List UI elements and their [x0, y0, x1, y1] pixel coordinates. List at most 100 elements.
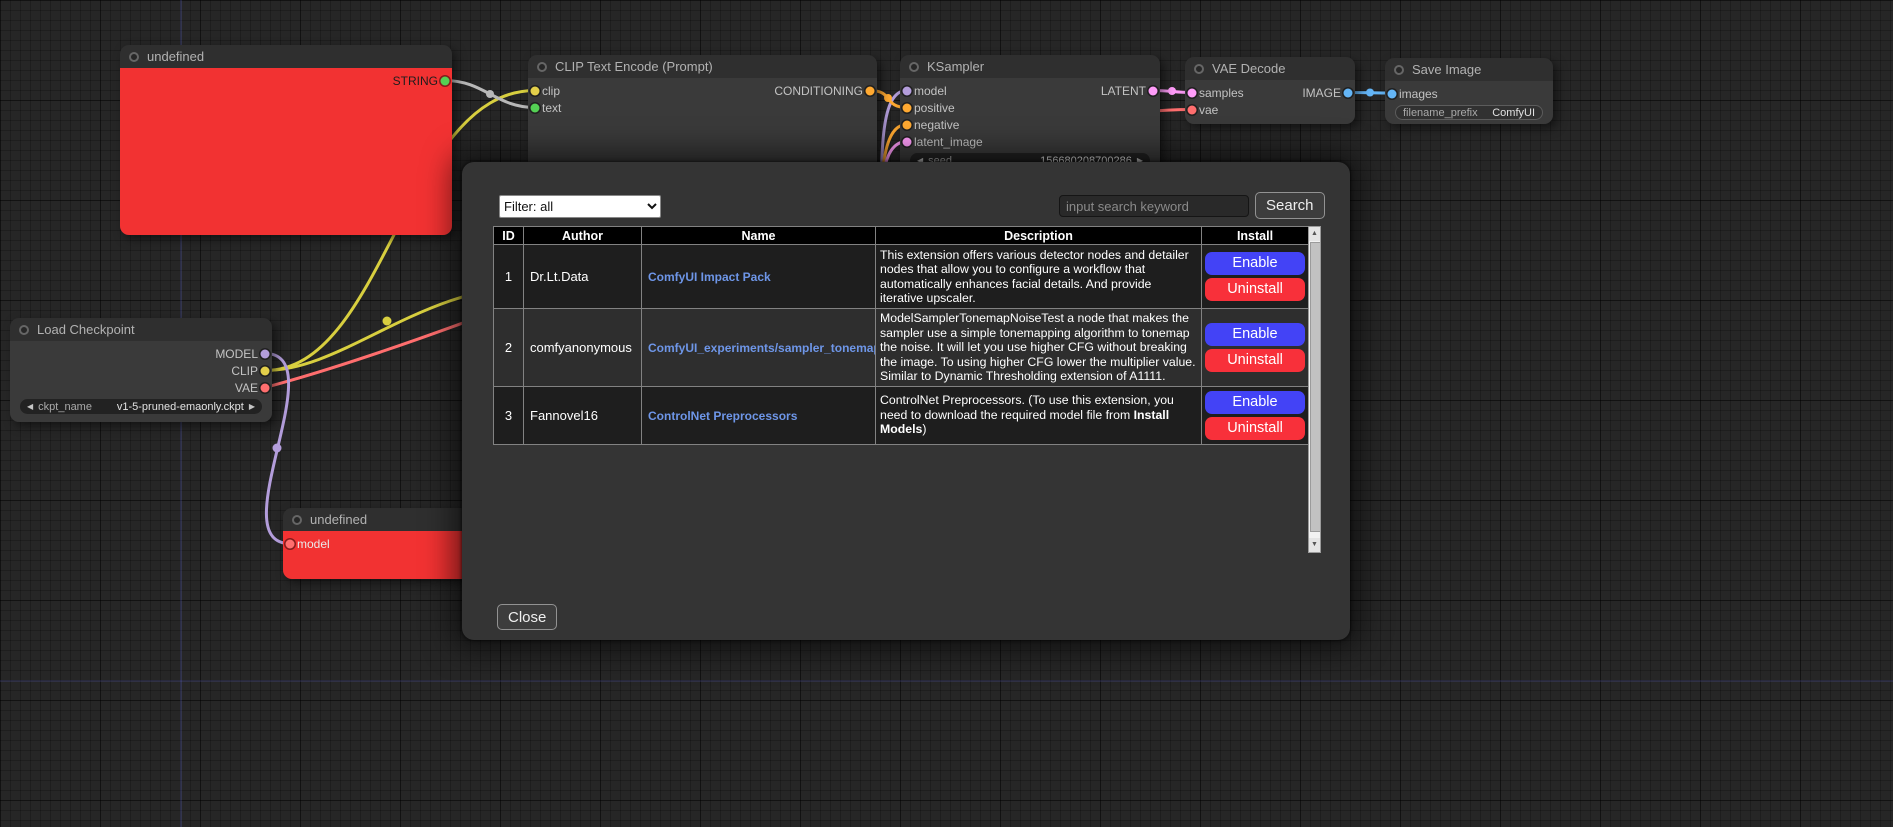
node-load-checkpoint[interactable]: Load Checkpoint MODEL CLIP VAE ◀ ckpt_na…: [10, 318, 272, 422]
model-input-port[interactable]: [903, 86, 912, 95]
link-midpoint-dot: [884, 94, 892, 102]
conditioning-output-port[interactable]: [866, 86, 875, 95]
vae-output-port[interactable]: [261, 383, 270, 392]
previous-icon[interactable]: ◀: [27, 403, 33, 411]
input-label: samples: [1199, 86, 1244, 100]
latent-image-input-port[interactable]: [903, 137, 912, 146]
node-collapse-dot[interactable]: [537, 62, 547, 72]
column-header-name: Name: [642, 227, 876, 245]
ext-link[interactable]: ComfyUI Impact Pack: [648, 270, 771, 284]
uninstall-button[interactable]: Uninstall: [1205, 349, 1305, 372]
column-header-description: Description: [876, 227, 1202, 245]
samples-input-port[interactable]: [1188, 88, 1197, 97]
ext-author: Dr.Lt.Data: [524, 245, 642, 309]
string-output-port[interactable]: [441, 76, 450, 85]
node-title: Load Checkpoint: [37, 322, 135, 337]
node-collapse-dot[interactable]: [1394, 65, 1404, 75]
enable-button[interactable]: Enable: [1205, 391, 1305, 414]
enable-button[interactable]: Enable: [1205, 323, 1305, 346]
node-title-bar[interactable]: Load Checkpoint: [10, 318, 272, 341]
input-label: model: [914, 84, 947, 98]
positive-input-port[interactable]: [903, 103, 912, 112]
node-title: KSampler: [927, 59, 984, 74]
column-header-install: Install: [1202, 227, 1309, 245]
ext-link[interactable]: ControlNet Preprocessors: [648, 409, 797, 423]
widget-label: ckpt_name: [38, 401, 92, 413]
input-label: vae: [1199, 103, 1218, 117]
next-icon[interactable]: ▶: [249, 403, 255, 411]
node-title-bar[interactable]: Save Image: [1385, 58, 1553, 81]
widget-value: ComfyUI: [1492, 107, 1535, 119]
image-output-port[interactable]: [1344, 88, 1353, 97]
ext-description: This extension offers various detector n…: [876, 245, 1202, 309]
output-label: CLIP: [231, 364, 258, 378]
link-midpoint-dot: [1366, 89, 1374, 97]
table-scrollbar[interactable]: ▲ ▼: [1308, 226, 1321, 553]
node-body: STRING: [120, 68, 452, 235]
comfyui-canvas[interactable]: undefined STRING CLIP Text Encode (Promp…: [0, 0, 1893, 827]
model-input-port[interactable]: [286, 539, 295, 548]
output-label: MODEL: [215, 347, 258, 361]
input-label: images: [1399, 87, 1438, 101]
node-collapse-dot[interactable]: [129, 52, 139, 62]
node-vae-decode[interactable]: VAE Decode samples IMAGE vae: [1185, 57, 1355, 124]
search-button[interactable]: Search: [1255, 192, 1325, 219]
widget-value: v1-5-pruned-emaonly.ckpt: [117, 401, 244, 413]
ext-id: 1: [494, 245, 524, 309]
filter-select[interactable]: Filter: all: [499, 195, 661, 218]
uninstall-button[interactable]: Uninstall: [1205, 417, 1305, 440]
output-label: VAE: [235, 381, 258, 395]
clip-output-port[interactable]: [261, 366, 270, 375]
node-save-image[interactable]: Save Image images filename_prefix ComfyU…: [1385, 58, 1553, 124]
filename-prefix-widget[interactable]: filename_prefix ComfyUI: [1395, 105, 1543, 120]
model-output-port[interactable]: [261, 349, 270, 358]
ext-link[interactable]: ComfyUI_experiments/sampler_tonemap: [648, 341, 876, 355]
extension-row: 3 Fannovel16 ControlNet Preprocessors Co…: [494, 386, 1309, 444]
input-label: text: [542, 101, 561, 115]
ext-description: ControlNet Preprocessors. (To use this e…: [876, 386, 1202, 444]
node-collapse-dot[interactable]: [909, 62, 919, 72]
latent-output-port[interactable]: [1149, 86, 1158, 95]
input-label: positive: [914, 101, 955, 115]
input-label: negative: [914, 118, 959, 132]
node-title: CLIP Text Encode (Prompt): [555, 59, 713, 74]
ext-id: 3: [494, 386, 524, 444]
node-title-bar[interactable]: CLIP Text Encode (Prompt): [528, 55, 877, 78]
output-label: CONDITIONING: [774, 84, 863, 98]
negative-input-port[interactable]: [903, 120, 912, 129]
node-body: images filename_prefix ComfyUI: [1385, 81, 1553, 124]
output-label: LATENT: [1101, 84, 1146, 98]
node-title-bar[interactable]: KSampler: [900, 55, 1160, 78]
node-title-bar[interactable]: VAE Decode: [1185, 57, 1355, 80]
search-input[interactable]: [1059, 195, 1249, 217]
uninstall-button[interactable]: Uninstall: [1205, 278, 1305, 301]
custom-nodes-manager-dialog: Filter: all Search ID Author Name Descri…: [462, 162, 1350, 640]
scroll-down-icon[interactable]: ▼: [1309, 538, 1320, 552]
link-midpoint-dot: [486, 90, 494, 98]
node-collapse-dot[interactable]: [292, 515, 302, 525]
scroll-up-icon[interactable]: ▲: [1309, 227, 1320, 241]
node-collapse-dot[interactable]: [19, 325, 29, 335]
extension-table: ID Author Name Description Install 1 Dr.…: [493, 226, 1309, 445]
vae-input-port[interactable]: [1188, 105, 1197, 114]
node-title-bar[interactable]: undefined: [120, 45, 452, 68]
text-input-port[interactable]: [531, 103, 540, 112]
extension-table-container: ID Author Name Description Install 1 Dr.…: [493, 226, 1321, 553]
node-undefined-top[interactable]: undefined STRING: [120, 45, 452, 235]
ext-description: ModelSamplerTonemapNoiseTest a node that…: [876, 309, 1202, 387]
close-button[interactable]: Close: [497, 604, 557, 630]
node-collapse-dot[interactable]: [1194, 64, 1204, 74]
enable-button[interactable]: Enable: [1205, 252, 1305, 275]
extension-row: 2 comfyanonymous ComfyUI_experiments/sam…: [494, 309, 1309, 387]
link-midpoint-dot: [1168, 87, 1176, 95]
ext-id: 2: [494, 309, 524, 387]
link-midpoint-dot: [383, 317, 392, 326]
scrollbar-thumb[interactable]: [1310, 242, 1321, 532]
output-label: IMAGE: [1302, 86, 1341, 100]
clip-input-port[interactable]: [531, 86, 540, 95]
input-label: clip: [542, 84, 560, 98]
images-input-port[interactable]: [1388, 89, 1397, 98]
ckpt-name-widget[interactable]: ◀ ckpt_name v1-5-pruned-emaonly.ckpt ▶: [20, 399, 262, 414]
column-header-id: ID: [494, 227, 524, 245]
ext-author: comfyanonymous: [524, 309, 642, 387]
